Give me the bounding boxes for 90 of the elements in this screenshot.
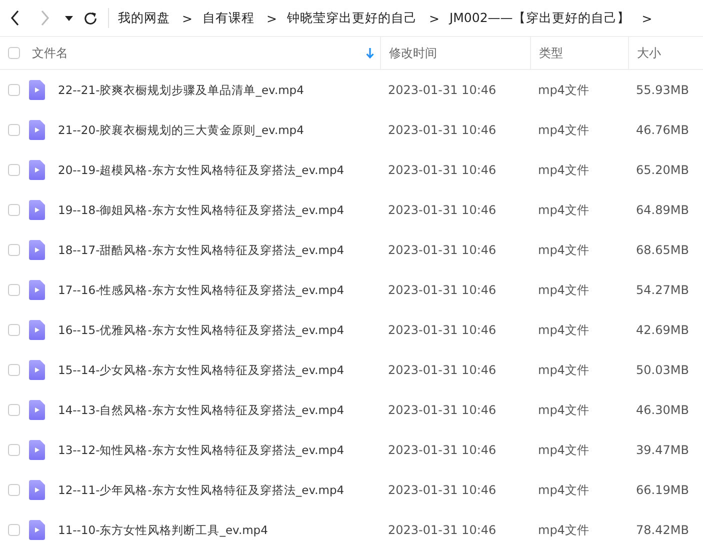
video-file-icon xyxy=(29,400,45,420)
column-header[interactable]: 类型 xyxy=(530,37,628,69)
file-name[interactable]: 15--14-少女风格-东方女性风格特征及穿搭法_ev.mp4 xyxy=(58,362,344,378)
row-checkbox[interactable] xyxy=(8,284,20,296)
file-type: mp4文件 xyxy=(538,442,589,458)
file-type: mp4文件 xyxy=(538,282,589,298)
modified-time: 2023-01-31 10:46 xyxy=(388,523,496,537)
chevron-left-icon xyxy=(10,10,20,26)
file-type: mp4文件 xyxy=(538,122,589,138)
file-size: 66.19MB xyxy=(636,483,689,497)
file-name[interactable]: 14--13-自然风格-东方女性风格特征及穿搭法_ev.mp4 xyxy=(58,402,344,418)
modified-time: 2023-01-31 10:46 xyxy=(388,323,496,337)
row-checkbox[interactable] xyxy=(8,524,20,536)
modified-time: 2023-01-31 10:46 xyxy=(388,283,496,297)
column-header[interactable]: 文件名 xyxy=(26,37,380,69)
breadcrumb-separator: > xyxy=(266,10,277,26)
file-size: 64.89MB xyxy=(636,203,689,217)
sort-arrow-icon[interactable] xyxy=(366,48,374,58)
modified-time: 2023-01-31 10:46 xyxy=(388,163,496,177)
video-file-icon xyxy=(29,240,45,260)
video-file-icon xyxy=(29,320,45,340)
row-checkbox[interactable] xyxy=(8,404,20,416)
file-type: mp4文件 xyxy=(538,362,589,378)
file-size: 50.03MB xyxy=(636,363,689,377)
file-name[interactable]: 11--10-东方女性风格判断工具_ev.mp4 xyxy=(58,522,268,538)
row-checkbox[interactable] xyxy=(8,444,20,456)
breadcrumb-separator: > xyxy=(428,10,440,26)
file-type: mp4文件 xyxy=(538,482,589,498)
modified-time: 2023-01-31 10:46 xyxy=(388,483,496,497)
file-type: mp4文件 xyxy=(538,402,589,418)
file-size: 68.65MB xyxy=(636,243,689,257)
file-size: 55.93MB xyxy=(636,83,689,97)
row-checkbox[interactable] xyxy=(8,164,20,176)
modified-time: 2023-01-31 10:46 xyxy=(388,403,496,417)
select-all-checkbox[interactable] xyxy=(8,47,20,59)
file-name[interactable]: 12--11-少年风格-东方女性风格特征及穿搭法_ev.mp4 xyxy=(58,482,344,498)
video-file-icon xyxy=(29,360,45,380)
dropdown-caret-icon[interactable] xyxy=(65,16,73,20)
chevron-right-icon xyxy=(40,10,50,26)
video-file-icon xyxy=(29,280,45,300)
refresh-icon[interactable] xyxy=(83,10,98,26)
modified-time: 2023-01-31 10:46 xyxy=(388,83,496,97)
modified-time: 2023-01-31 10:46 xyxy=(388,123,496,137)
file-name[interactable]: 13--12-知性风格-东方女性风格特征及穿搭法_ev.mp4 xyxy=(58,442,344,458)
row-checkbox[interactable] xyxy=(8,324,20,336)
file-size: 46.76MB xyxy=(636,123,689,137)
breadcrumb-link[interactable]: JM002——【穿出更好的自己】 xyxy=(449,10,630,26)
video-file-icon xyxy=(29,440,45,460)
breadcrumb-separator: > xyxy=(642,10,652,26)
file-size: 54.27MB xyxy=(636,283,689,297)
breadcrumb-link[interactable]: 我的网盘 xyxy=(118,10,170,26)
file-name[interactable]: 22--21-胶爽衣橱规划步骤及单品清单_ev.mp4 xyxy=(58,82,304,98)
file-size: 78.42MB xyxy=(636,523,689,537)
video-file-icon xyxy=(29,200,45,220)
modified-time: 2023-01-31 10:46 xyxy=(388,243,496,257)
file-type: mp4文件 xyxy=(538,202,589,218)
file-type: mp4文件 xyxy=(538,162,589,178)
file-size: 65.20MB xyxy=(636,163,689,177)
file-type: mp4文件 xyxy=(538,322,589,338)
file-size: 42.69MB xyxy=(636,323,689,337)
file-size: 46.30MB xyxy=(636,403,689,417)
row-checkbox[interactable] xyxy=(8,484,20,496)
row-checkbox[interactable] xyxy=(8,364,20,376)
file-name[interactable]: 19--18-御姐风格-东方女性风格特征及穿搭法_ev.mp4 xyxy=(58,202,344,218)
file-type: mp4文件 xyxy=(538,82,589,98)
file-name[interactable]: 17--16-性感风格-东方女性风格特征及穿搭法_ev.mp4 xyxy=(58,282,344,298)
row-checkbox[interactable] xyxy=(8,124,20,136)
row-checkbox[interactable] xyxy=(8,84,20,96)
modified-time: 2023-01-31 10:46 xyxy=(388,363,496,377)
breadcrumb-separator: > xyxy=(182,10,192,26)
breadcrumb-link[interactable]: 自有课程 xyxy=(202,10,254,26)
file-name[interactable]: 16--15-优雅风格-东方女性风格特征及穿搭法_ev.mp4 xyxy=(58,322,344,338)
row-checkbox[interactable] xyxy=(8,204,20,216)
column-header[interactable]: 修改时间 xyxy=(380,37,530,69)
file-size: 39.47MB xyxy=(636,443,689,457)
video-file-icon xyxy=(29,120,45,140)
row-checkbox[interactable] xyxy=(8,244,20,256)
file-name[interactable]: 20--19-超模风格-东方女性风格特征及穿搭法_ev.mp4 xyxy=(58,162,344,178)
modified-time: 2023-01-31 10:46 xyxy=(388,203,496,217)
modified-time: 2023-01-31 10:46 xyxy=(388,443,496,457)
video-file-icon xyxy=(29,480,45,500)
video-file-icon xyxy=(29,80,45,100)
video-file-icon xyxy=(29,520,45,540)
file-type: mp4文件 xyxy=(538,242,589,258)
column-header[interactable]: 大小 xyxy=(628,37,703,69)
file-type: mp4文件 xyxy=(538,522,589,538)
video-file-icon xyxy=(29,160,45,180)
file-name[interactable]: 18--17-甜酷风格-东方女性风格特征及穿搭法_ev.mp4 xyxy=(58,242,344,258)
file-name[interactable]: 21--20-胶襄衣橱规划的三大黄金原则_ev.mp4 xyxy=(58,122,304,138)
breadcrumb-link[interactable]: 钟晓莹穿出更好的自己 xyxy=(286,10,417,26)
